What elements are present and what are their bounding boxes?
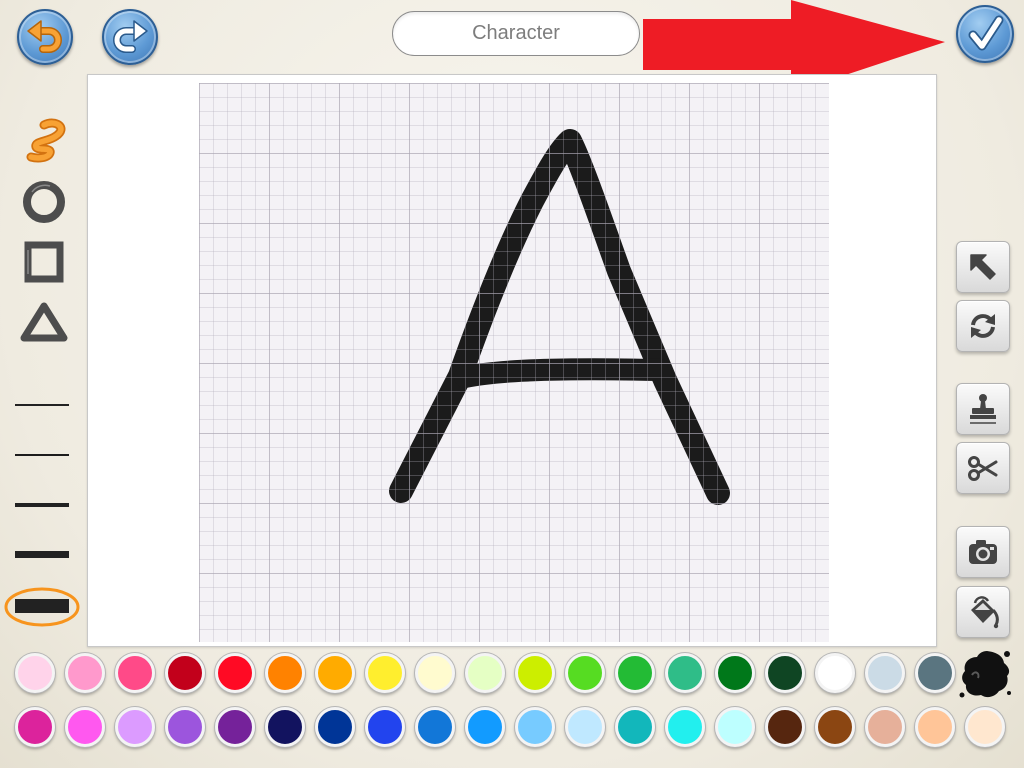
- select-tool-button[interactable]: [956, 241, 1010, 293]
- cut-scissors-icon: [968, 456, 998, 481]
- paint-bucket-icon: [971, 596, 999, 629]
- color-swatch[interactable]: [315, 653, 355, 693]
- color-swatch[interactable]: [915, 707, 955, 747]
- color-swatch[interactable]: [565, 707, 605, 747]
- color-swatch[interactable]: [215, 653, 255, 693]
- ink-splat-icon[interactable]: [957, 645, 1013, 701]
- color-palette-row-1: [15, 653, 955, 693]
- color-swatch[interactable]: [815, 707, 855, 747]
- color-swatch[interactable]: [265, 707, 305, 747]
- color-swatch[interactable]: [665, 707, 705, 747]
- cut-tool-button[interactable]: [956, 442, 1010, 494]
- color-swatch[interactable]: [665, 653, 705, 693]
- ellipse-icon[interactable]: [20, 178, 68, 226]
- confirm-button[interactable]: [956, 5, 1014, 63]
- color-swatch[interactable]: [865, 653, 905, 693]
- undo-button[interactable]: [17, 9, 73, 65]
- character-name-text: Character: [472, 22, 560, 44]
- annotation-arrow-shaft: [643, 19, 798, 70]
- line-width-option-1[interactable]: [15, 404, 69, 406]
- duplicate-tool-button[interactable]: [956, 383, 1010, 435]
- color-swatch[interactable]: [565, 653, 605, 693]
- freehand-squiggle-icon[interactable]: [20, 116, 68, 164]
- select-arrow-icon: [970, 254, 996, 280]
- line-width-option-2[interactable]: [15, 454, 69, 456]
- triangle-icon[interactable]: [18, 298, 70, 346]
- color-swatch[interactable]: [165, 707, 205, 747]
- character-name-field[interactable]: Character: [392, 11, 640, 56]
- color-swatch[interactable]: [65, 707, 105, 747]
- color-swatch[interactable]: [515, 707, 555, 747]
- color-swatch[interactable]: [465, 707, 505, 747]
- camera-tool-button[interactable]: [956, 526, 1010, 578]
- rotate-tool-button[interactable]: [956, 300, 1010, 352]
- color-swatch[interactable]: [415, 707, 455, 747]
- color-swatch[interactable]: [15, 707, 55, 747]
- paint-bucket-tool-button[interactable]: [956, 586, 1010, 638]
- color-swatch[interactable]: [815, 653, 855, 693]
- color-swatch[interactable]: [715, 653, 755, 693]
- paint-canvas-panel: [87, 74, 937, 647]
- line-width-option-4[interactable]: [15, 551, 69, 558]
- color-swatch[interactable]: [715, 707, 755, 747]
- undo-icon: [27, 20, 62, 53]
- redo-button[interactable]: [102, 9, 158, 65]
- rectangle-icon[interactable]: [20, 238, 68, 286]
- letter-left-and-right-stroke[interactable]: [389, 129, 730, 505]
- color-swatch[interactable]: [215, 707, 255, 747]
- color-swatch[interactable]: [765, 653, 805, 693]
- color-palette-row-2: [15, 707, 1005, 747]
- color-swatch[interactable]: [115, 707, 155, 747]
- drawing-canvas[interactable]: [199, 83, 829, 642]
- letter-crossbar-stroke[interactable]: [454, 358, 672, 388]
- color-swatch[interactable]: [615, 707, 655, 747]
- drawn-shape[interactable]: [199, 83, 829, 642]
- color-swatch[interactable]: [465, 653, 505, 693]
- color-swatch[interactable]: [515, 653, 555, 693]
- color-swatch[interactable]: [315, 707, 355, 747]
- color-swatch[interactable]: [65, 653, 105, 693]
- color-swatch[interactable]: [915, 653, 955, 693]
- line-width-selection-ring: [4, 587, 80, 627]
- color-swatch[interactable]: [165, 653, 205, 693]
- camera-icon: [969, 540, 997, 564]
- color-swatch[interactable]: [765, 707, 805, 747]
- color-swatch[interactable]: [265, 653, 305, 693]
- rotate-icon: [971, 314, 995, 338]
- line-width-option-3[interactable]: [15, 503, 69, 507]
- checkmark-icon: [968, 15, 1004, 51]
- color-swatch[interactable]: [365, 653, 405, 693]
- color-swatch[interactable]: [365, 707, 405, 747]
- color-swatch[interactable]: [615, 653, 655, 693]
- duplicate-stamp-icon: [970, 394, 996, 424]
- color-swatch[interactable]: [415, 653, 455, 693]
- redo-icon: [113, 20, 148, 53]
- color-swatch[interactable]: [965, 707, 1005, 747]
- color-swatch[interactable]: [115, 653, 155, 693]
- color-swatch[interactable]: [15, 653, 55, 693]
- color-swatch[interactable]: [865, 707, 905, 747]
